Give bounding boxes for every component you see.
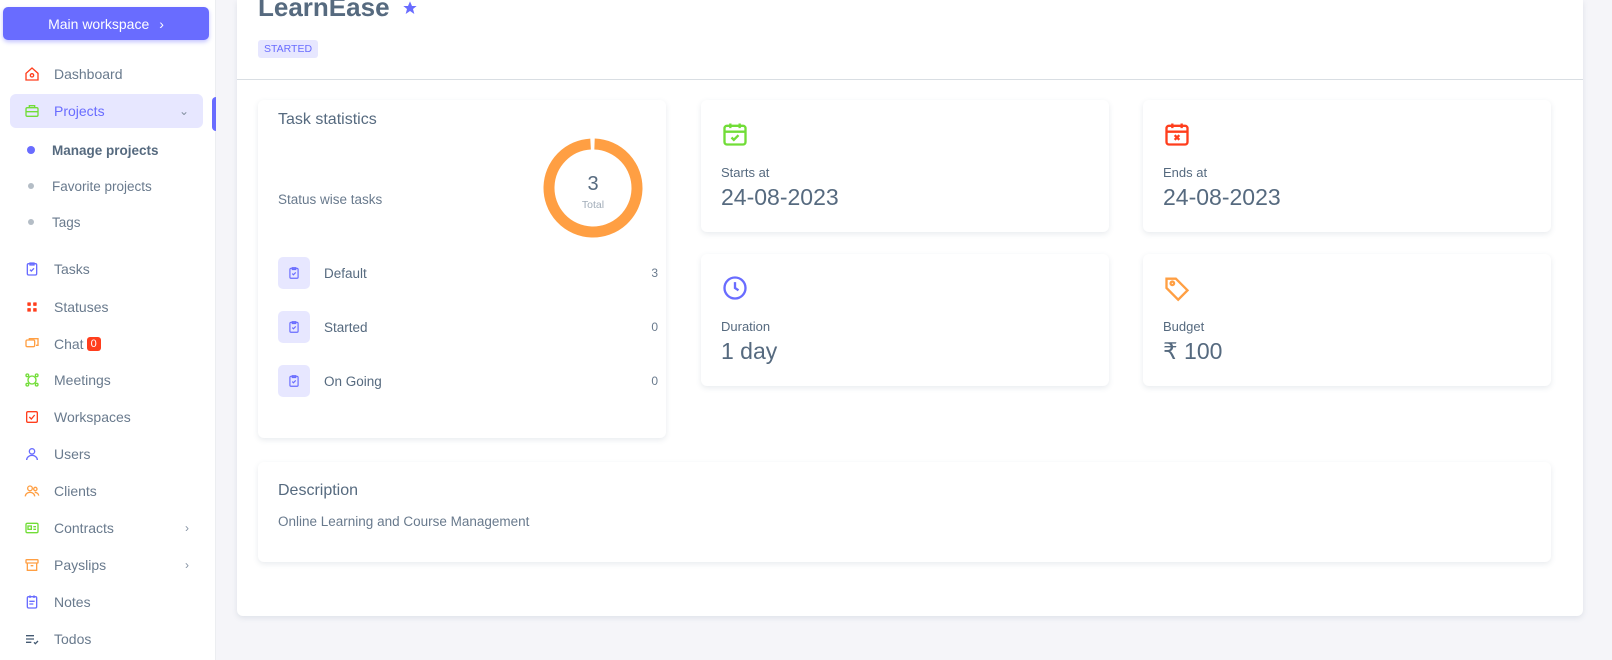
- star-icon[interactable]: [402, 0, 418, 23]
- task-status-row: Default 3: [278, 257, 658, 289]
- chevron-down-icon: ⌄: [178, 104, 189, 118]
- sidebar-item-dashboard[interactable]: Dashboard: [10, 57, 203, 91]
- sidebar-item-label: Chat: [54, 336, 84, 352]
- task-status-name: Started: [324, 319, 368, 335]
- sidebar-item-label: Meetings: [54, 372, 111, 388]
- status-wise-tasks-label: Status wise tasks: [278, 192, 383, 207]
- sidebar-item-label: Dashboard: [54, 66, 123, 82]
- duration-label: Duration: [721, 319, 771, 334]
- briefcase-icon: [23, 102, 41, 120]
- description-card: Description Online Learning and Course M…: [258, 462, 1551, 562]
- ends-at-card: Ends at 24-08-2023: [1143, 100, 1551, 232]
- sidebar-item-label: Notes: [54, 594, 91, 610]
- status-badge: STARTED: [258, 40, 319, 58]
- description-title: Description: [278, 482, 359, 499]
- task-status-count: 0: [651, 374, 658, 388]
- starts-at-value: 24-08-2023: [721, 184, 839, 210]
- sidebar-item-statuses[interactable]: Statuses: [10, 290, 203, 324]
- clipboard-check-icon: [278, 257, 310, 289]
- tag-icon: [1165, 277, 1190, 302]
- chevron-right-icon: ›: [159, 15, 164, 32]
- list-check-icon: [23, 630, 41, 648]
- workspace-switcher-button[interactable]: Main workspace ›: [3, 7, 209, 40]
- calendar-check-icon: [723, 123, 747, 146]
- task-status-name: On Going: [324, 373, 382, 389]
- sidebar-subitem-label: Tags: [52, 214, 81, 230]
- duration-value: 1 day: [721, 338, 778, 364]
- sidebar-item-label: Projects: [54, 103, 105, 119]
- budget-card: Budget ₹ 100: [1143, 254, 1551, 386]
- sidebar-item-label: Contracts: [54, 520, 114, 536]
- checkbox-icon: [23, 408, 41, 426]
- project-detail-card: LearnEase STARTED Task statistics Status…: [237, 0, 1583, 616]
- bullet-icon: [27, 146, 35, 154]
- sidebar: Main workspace › Dashboard Projects ⌄ Ma…: [0, 0, 216, 660]
- task-status-row: On Going 0: [278, 365, 658, 397]
- budget-label: Budget: [1163, 319, 1205, 334]
- clipboard-check-icon: [278, 311, 310, 343]
- sidebar-item-notes[interactable]: Notes: [10, 585, 203, 619]
- sidebar-item-meetings[interactable]: Meetings: [10, 363, 203, 397]
- shapes-icon: [23, 371, 41, 389]
- sidebar-item-workspaces[interactable]: Workspaces: [10, 400, 203, 434]
- home-icon: [23, 65, 41, 83]
- sidebar-item-label: Users: [54, 446, 91, 462]
- chevron-right-icon: ›: [185, 558, 189, 572]
- project-title: LearnEase: [258, 0, 418, 23]
- task-status-row: Started 0: [278, 311, 658, 343]
- task-status-count: 3: [651, 266, 658, 280]
- clock-icon: [723, 276, 747, 300]
- bullet-icon: [28, 219, 34, 225]
- task-statistics-card: Task statistics Status wise tasks 3 Tota…: [258, 100, 666, 438]
- users-icon: [23, 482, 41, 500]
- ends-at-value: 24-08-2023: [1163, 184, 1281, 210]
- sidebar-item-chat[interactable]: Chat 0: [10, 327, 203, 361]
- sidebar-item-todos[interactable]: Todos: [10, 622, 203, 656]
- project-title-text: LearnEase: [258, 0, 390, 22]
- sidebar-item-projects[interactable]: Projects ⌄: [10, 94, 203, 128]
- sidebar-item-clients[interactable]: Clients: [10, 474, 203, 508]
- id-card-icon: [23, 519, 41, 537]
- sidebar-subitem-tags[interactable]: Tags: [10, 207, 203, 237]
- task-statistics-title: Task statistics: [278, 111, 377, 128]
- grid-dots-icon: [23, 298, 41, 316]
- budget-value: ₹ 100: [1163, 338, 1223, 364]
- sidebar-item-label: Payslips: [54, 557, 107, 573]
- starts-at-label: Starts at: [721, 165, 770, 180]
- sidebar-item-label: Todos: [54, 631, 92, 647]
- description-text: Online Learning and Course Management: [278, 514, 530, 529]
- sidebar-item-label: Workspaces: [54, 409, 131, 425]
- active-indicator: [212, 97, 216, 131]
- sidebar-subitem-manage-projects[interactable]: Manage projects: [10, 135, 203, 165]
- clipboard-check-icon: [23, 260, 41, 278]
- chat-icon: [23, 335, 41, 353]
- sidebar-item-payslips[interactable]: Payslips ›: [10, 548, 203, 582]
- project-header: LearnEase STARTED: [237, 0, 1583, 80]
- sidebar-subitem-label: Favorite projects: [52, 178, 152, 194]
- archive-icon: [23, 556, 41, 574]
- chat-count-badge: 0: [86, 337, 101, 351]
- sidebar-item-contracts[interactable]: Contracts ›: [10, 511, 203, 545]
- user-icon: [23, 445, 41, 463]
- duration-card: Duration 1 day: [701, 254, 1109, 386]
- ends-at-label: Ends at: [1163, 165, 1208, 180]
- donut-total-value: 3: [587, 173, 599, 195]
- clipboard-check-icon: [278, 365, 310, 397]
- calendar-x-icon: [1165, 123, 1189, 146]
- notes-icon: [23, 593, 41, 611]
- task-status-name: Default: [324, 265, 367, 281]
- donut-total-label: Total: [581, 199, 605, 211]
- task-status-count: 0: [651, 320, 658, 334]
- starts-at-card: Starts at 24-08-2023: [701, 100, 1109, 232]
- workspace-label: Main workspace: [48, 15, 150, 32]
- sidebar-item-users[interactable]: Users: [10, 437, 203, 471]
- sidebar-subitem-label: Manage projects: [52, 142, 159, 158]
- chevron-right-icon: ›: [185, 521, 189, 535]
- bullet-icon: [28, 183, 34, 189]
- sidebar-item-label: Tasks: [54, 261, 90, 277]
- sidebar-subitem-favorite-projects[interactable]: Favorite projects: [10, 171, 203, 201]
- sidebar-item-label: Clients: [54, 483, 97, 499]
- sidebar-item-label: Statuses: [54, 299, 109, 315]
- sidebar-item-tasks[interactable]: Tasks: [10, 252, 203, 286]
